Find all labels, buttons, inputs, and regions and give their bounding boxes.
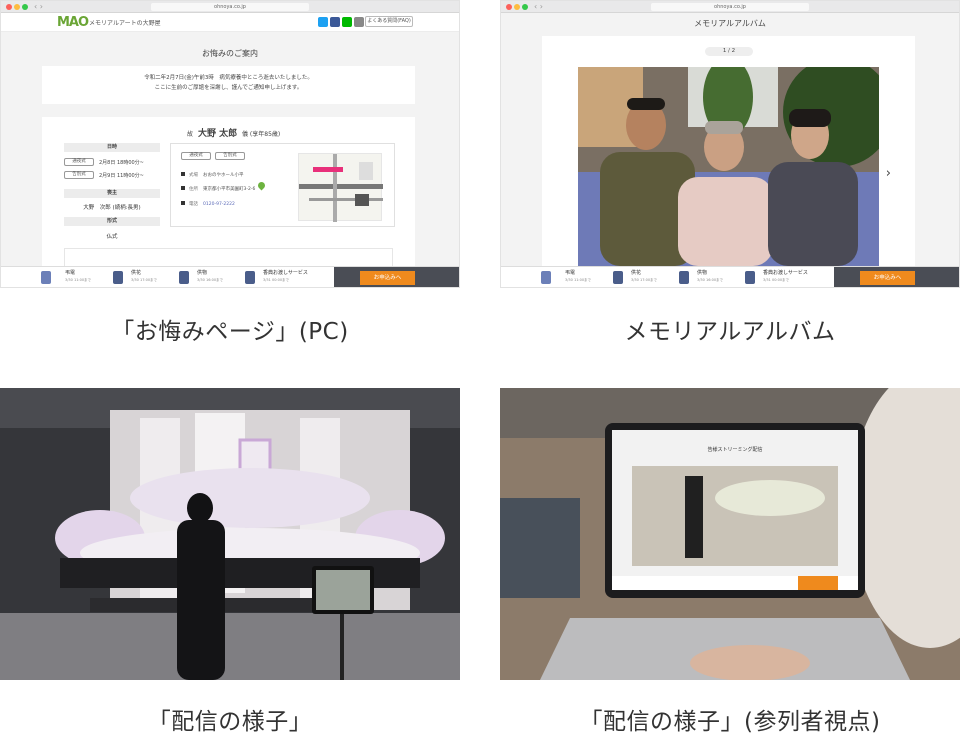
map-drawing bbox=[299, 154, 383, 222]
offer-flowers[interactable]: 供花 3/30 17:00まで bbox=[631, 270, 657, 284]
offer-telegram[interactable]: 弔電 3/30 11:00まで bbox=[65, 270, 91, 284]
phone-icon bbox=[181, 201, 185, 205]
facebook-icon[interactable] bbox=[330, 17, 340, 27]
offer-bar: 弔電 3/30 11:00まで 供花 3/30 17:00まで 供物 3/30 16:… bbox=[1, 266, 459, 287]
streaming-attendee-photo: 告様ストリーミング配信 bbox=[500, 388, 960, 680]
minimize-window-icon[interactable] bbox=[514, 4, 520, 10]
slide-counter: 1 / 2 bbox=[705, 47, 753, 56]
close-window-icon[interactable] bbox=[6, 4, 12, 10]
back-forward-icon[interactable]: ‹ › bbox=[34, 2, 43, 11]
venue-info-box: 通夜式 告別式 式場 おおのやホール小平 住所 東京都小平市美園町3-2-6 電話 0… bbox=[170, 143, 395, 227]
venue-row: 式場 おおのやホール小平 bbox=[181, 172, 244, 178]
caption-streaming: 「配信の様子」 bbox=[147, 709, 313, 735]
site-logo-subtitle: メモリアルアートの大野屋 bbox=[89, 20, 161, 27]
browser-toolbar: ‹ › ohnoya.co.jp bbox=[501, 1, 959, 13]
family-photo[interactable] bbox=[578, 67, 879, 266]
notice-line-1: 令和二年2月7日(金)午前3時 病気療養中ところ逝去いたしました。 bbox=[144, 75, 313, 81]
apply-button[interactable]: お申込みへ bbox=[860, 271, 915, 285]
browser-toolbar: ‹ › ohnoya.co.jp bbox=[1, 1, 459, 13]
page-title: お悔みのご案内 bbox=[202, 49, 258, 58]
style-value: 仏式 bbox=[106, 234, 118, 240]
laptop-scene-drawing bbox=[500, 388, 960, 680]
style-label: 形式 bbox=[64, 217, 160, 226]
line-icon[interactable] bbox=[342, 17, 352, 27]
maximize-window-icon[interactable] bbox=[22, 4, 28, 10]
obituary-notice: 令和二年2月7日(金)午前3時 病気療養中ところ逝去いたしました。 ここに生前の… bbox=[42, 66, 415, 104]
flower-icon bbox=[613, 271, 623, 284]
flower-icon bbox=[113, 271, 123, 284]
telegram-icon bbox=[541, 271, 551, 284]
minimize-window-icon[interactable] bbox=[14, 4, 20, 10]
streaming-venue-photo bbox=[0, 388, 460, 680]
back-forward-icon[interactable]: ‹ › bbox=[534, 2, 543, 11]
apply-area: お申込みへ bbox=[834, 267, 959, 287]
venue-icon bbox=[181, 172, 185, 176]
address-row: 住所 東京都小平市美園町3-2-6 bbox=[181, 186, 255, 192]
additional-info-box bbox=[64, 248, 393, 268]
next-slide-icon[interactable]: › bbox=[886, 166, 891, 181]
offer-flowers[interactable]: 供花 3/30 17:00まで bbox=[131, 270, 157, 284]
phone-row: 電話 0120-97-2222 bbox=[181, 201, 235, 207]
map-pin-icon[interactable] bbox=[256, 180, 267, 191]
mail-icon[interactable] bbox=[354, 17, 364, 27]
offer-bar: 弔電 3/30 11:00まで 供花 3/30 17:00まで 供物 3/30 16:… bbox=[501, 266, 959, 287]
site-logo[interactable]: MAO bbox=[57, 15, 89, 30]
offer-koden[interactable]: 香典お渡しサービス 3/31 00:00まで bbox=[263, 270, 308, 284]
funeral-time: 2月9日 11時00分~ bbox=[99, 173, 144, 179]
stream-screen-title: 告様ストリーミング配信 bbox=[707, 447, 763, 453]
maximize-window-icon[interactable] bbox=[522, 4, 528, 10]
funeral-badge: 告別式 bbox=[64, 171, 94, 179]
album-card: 1 / 2 › bbox=[542, 36, 915, 266]
notice-line-2: ここに生前のご厚誼を深謝し、謹んでご通知申し上げます。 bbox=[154, 85, 303, 91]
site-header: MAO メモリアルアートの大野屋 よくある質問(FAQ) bbox=[1, 13, 459, 32]
deceased-age: 儀 (享年85歳) bbox=[242, 131, 281, 138]
caption-condolence-page: 「お悔みページ」(PC) bbox=[111, 319, 349, 345]
deceased-name: 故 大野 太郎 儀 (享年85歳) bbox=[187, 126, 280, 139]
tab-funeral[interactable]: 告別式 bbox=[215, 152, 245, 160]
offer-telegram[interactable]: 弔電 3/30 11:00まで bbox=[565, 270, 591, 284]
memorial-album-screenshot: ‹ › ohnoya.co.jp メモリアルアルバム 1 / 2 › 弔電 3/… bbox=[500, 0, 960, 288]
apply-area: お申込みへ bbox=[334, 267, 459, 287]
deceased-fullname: 大野 太郎 bbox=[197, 129, 238, 139]
album-title: メモリアルアルバム bbox=[694, 19, 766, 28]
telegram-icon bbox=[41, 271, 51, 284]
deceased-prefix: 故 bbox=[187, 131, 194, 138]
koden-icon bbox=[245, 271, 255, 284]
venue-map[interactable] bbox=[298, 153, 383, 222]
wake-time: 2月8日 18時00分~ bbox=[99, 160, 144, 166]
funeral-details-card: 故 大野 太郎 儀 (享年85歳) 日時 通夜式 2月8日 18時00分~ 告別… bbox=[42, 117, 415, 268]
caption-attendee-view: 「配信の様子」(参列者視点) bbox=[579, 709, 881, 735]
funeral-altar-drawing bbox=[0, 388, 460, 680]
address-bar[interactable]: ohnoya.co.jp bbox=[151, 3, 309, 11]
twitter-icon[interactable] bbox=[318, 17, 328, 27]
koden-icon bbox=[745, 271, 755, 284]
address-bar[interactable]: ohnoya.co.jp bbox=[651, 3, 809, 11]
datetime-label: 日時 bbox=[64, 143, 160, 152]
tab-wake[interactable]: 通夜式 bbox=[181, 152, 211, 160]
wake-badge: 通夜式 bbox=[64, 158, 94, 166]
close-window-icon[interactable] bbox=[506, 4, 512, 10]
offering-icon bbox=[679, 271, 689, 284]
offering-icon bbox=[179, 271, 189, 284]
offer-koden[interactable]: 香典お渡しサービス 3/31 00:00まで bbox=[763, 270, 808, 284]
chief-mourner-name: 大野 次郎 (続柄:長男) bbox=[83, 205, 141, 211]
address-icon bbox=[181, 186, 185, 190]
apply-button[interactable]: お申込みへ bbox=[360, 271, 415, 285]
offer-offerings[interactable]: 供物 3/30 16:00まで bbox=[697, 270, 723, 284]
faq-button[interactable]: よくある質問(FAQ) bbox=[365, 16, 413, 27]
family-photo-drawing bbox=[578, 67, 879, 266]
chief-mourner-label: 喪主 bbox=[64, 189, 160, 198]
caption-memorial-album: メモリアルアルバム bbox=[624, 319, 836, 345]
offer-offerings[interactable]: 供物 3/30 16:00まで bbox=[197, 270, 223, 284]
condolence-page-screenshot: ‹ › ohnoya.co.jp MAO メモリアルアートの大野屋 よくある質問… bbox=[0, 0, 460, 288]
